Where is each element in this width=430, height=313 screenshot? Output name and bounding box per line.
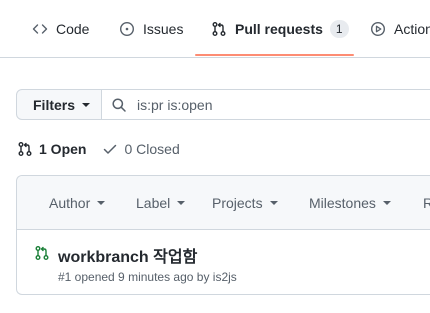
caret-down-icon [382,200,391,205]
check-icon [102,141,118,157]
tab-code-label: Code [56,20,90,37]
code-icon [32,21,48,37]
caret-down-icon [97,200,106,205]
play-icon [370,21,386,37]
git-pull-request-icon [211,21,227,37]
label-filter-dropdown[interactable]: Label [136,176,186,229]
tab-pull-requests-label: Pull requests [235,20,323,37]
repo-tab-bar: Code Issues Pull requests 1 Actions [0,0,430,58]
filters-dropdown-button[interactable]: Filters [16,89,102,120]
tab-issues[interactable]: Issues [119,0,183,57]
selected-tab-underline [195,54,354,56]
pr-meta: #1 opened 9 minutes ago by is2js [58,270,237,284]
filters-label: Filters [33,96,76,113]
search-query-text: is:pr is:open [137,96,213,113]
reviews-filter-label: R [423,194,430,211]
pr-list-header: Author Label Projects Milestones R [17,176,430,230]
label-filter-label: Label [136,194,171,211]
issue-opened-icon [119,21,135,37]
projects-filter-label: Projects [212,194,263,211]
filter-bar: Filters is:pr is:open [16,89,430,120]
pr-list-box: Author Label Projects Milestones R workb… [16,175,430,295]
caret-down-icon [82,102,91,107]
milestones-filter-label: Milestones [309,194,376,211]
author-filter-dropdown[interactable]: Author [49,176,106,229]
tab-code[interactable]: Code [32,0,89,57]
pr-title-link[interactable]: workbranch 작업함 [58,243,197,267]
open-prs-label: 1 Open [39,141,87,157]
author-filter-label: Author [49,194,91,211]
pr-list-item: workbranch 작업함 #1 opened 9 minutes ago b… [17,230,430,296]
pr-state-filters: 1 Open 0 Closed [17,140,196,158]
tab-actions-label: Actions [394,20,430,37]
tab-actions[interactable]: Actions [370,0,430,57]
tab-pull-requests[interactable]: Pull requests 1 [211,0,349,57]
reviews-filter-dropdown[interactable]: R [423,176,430,229]
tab-issues-label: Issues [143,20,184,37]
caret-down-icon [177,200,186,205]
git-pull-request-open-icon [34,245,50,261]
caret-down-icon [269,200,278,205]
pull-requests-count-badge: 1 [329,19,349,38]
milestones-filter-dropdown[interactable]: Milestones [309,176,391,229]
closed-prs-label: 0 Closed [124,141,180,157]
git-pull-request-icon [17,141,33,157]
search-input[interactable]: is:pr is:open [102,89,430,120]
open-prs-link[interactable]: 1 Open [17,141,86,157]
projects-filter-dropdown[interactable]: Projects [212,176,278,229]
closed-prs-link[interactable]: 0 Closed [102,141,180,157]
search-icon [111,97,127,113]
